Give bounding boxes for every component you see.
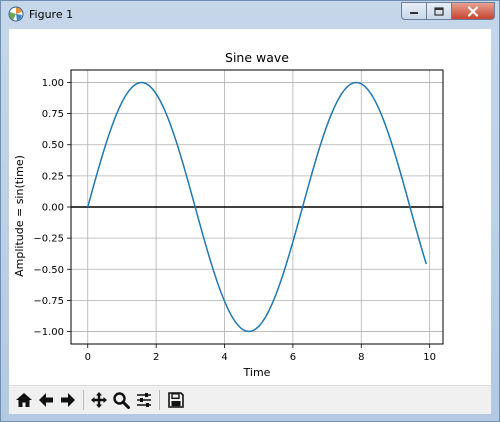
maximize-icon	[434, 6, 444, 16]
navigation-toolbar	[9, 385, 491, 414]
y-tick-label: −0.75	[33, 296, 64, 307]
forward-button[interactable]	[58, 389, 78, 411]
y-tick-label: 1.00	[42, 78, 64, 89]
maximize-button[interactable]	[427, 2, 452, 20]
figure-window: Figure 1 0 2 4 6 8 10 1.00 0.75 0.50 0.25 0.00 −0.…	[0, 0, 500, 422]
x-tick-label: 0	[85, 352, 91, 363]
pan-button[interactable]	[89, 389, 109, 411]
x-tick-label: 2	[153, 352, 159, 363]
x-tick-label: 8	[358, 352, 364, 363]
zoom-icon	[113, 392, 130, 409]
sine-chart[interactable]: 0 2 4 6 8 10 1.00 0.75 0.50 0.25 0.00 −0.25 −0.50 −0…	[9, 29, 491, 385]
y-tick-label: 0.25	[42, 171, 64, 182]
x-axis-label: Time	[243, 366, 271, 379]
x-tick-label: 10	[423, 352, 436, 363]
close-icon	[467, 5, 479, 17]
save-icon	[168, 392, 184, 408]
x-tick-label: 4	[221, 352, 227, 363]
minimize-button[interactable]	[401, 2, 427, 20]
save-button[interactable]	[165, 389, 187, 411]
figure-canvas-area: 0 2 4 6 8 10 1.00 0.75 0.50 0.25 0.00 −0.25 −0.50 −0…	[9, 29, 491, 414]
chart-title: Sine wave	[225, 50, 289, 65]
y-tick-label: 0.00	[42, 203, 64, 214]
title-bar[interactable]: Figure 1	[1, 1, 499, 28]
matplotlib-app-icon	[8, 6, 24, 22]
configure-subplots-button[interactable]	[133, 389, 155, 411]
close-button[interactable]	[452, 2, 495, 20]
y-tick-label: 0.75	[42, 109, 64, 120]
zoom-button[interactable]	[111, 389, 131, 411]
minimize-icon	[410, 12, 418, 14]
forward-arrow-icon	[61, 393, 75, 407]
x-tick-label: 6	[290, 352, 296, 363]
back-button[interactable]	[36, 389, 56, 411]
subplots-config-icon	[137, 393, 151, 407]
home-icon	[16, 393, 32, 407]
toolbar-separator	[159, 390, 160, 410]
back-arrow-icon	[39, 393, 53, 407]
y-axis-label: Amplitude = sin(time)	[13, 155, 26, 277]
toolbar-separator	[83, 390, 84, 410]
y-tick-label: −0.25	[33, 234, 64, 245]
y-tick-label: −0.50	[33, 265, 64, 276]
home-button[interactable]	[14, 389, 34, 411]
y-tick-label: −1.00	[33, 327, 64, 338]
y-tick-label: 0.50	[42, 140, 64, 151]
window-title: Figure 1	[29, 8, 74, 21]
pan-icon	[91, 392, 107, 408]
